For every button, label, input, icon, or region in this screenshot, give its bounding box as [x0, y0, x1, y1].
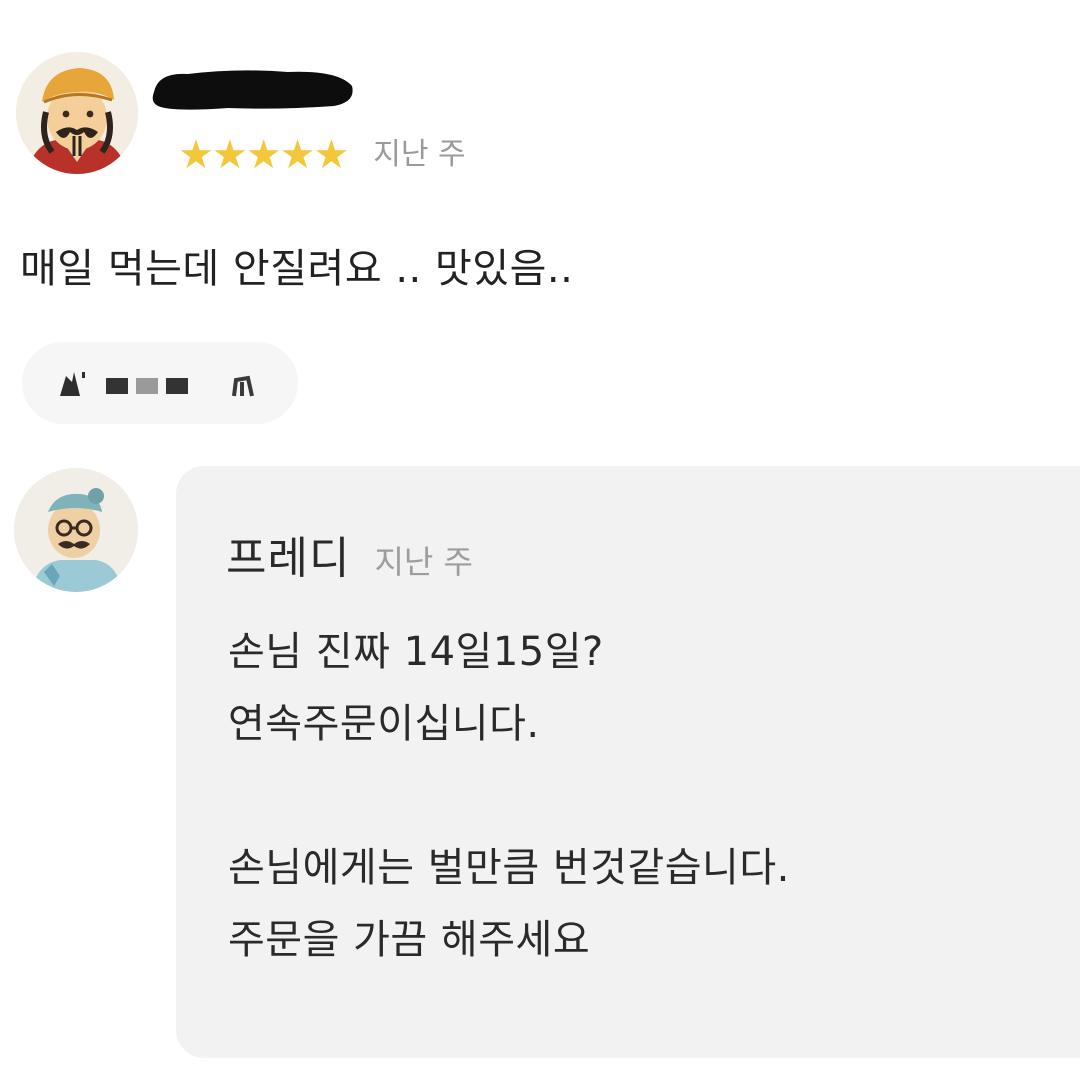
star-rating: ★ ★ ★ ★ ★	[178, 132, 350, 178]
reviewer-avatar[interactable]	[16, 52, 138, 174]
owner-avatar[interactable]	[14, 468, 138, 592]
reply-line: 손님에게는 벌만큼 번것같습니다.	[228, 845, 790, 891]
rating-row: ★ ★ ★ ★ ★ 지난 주	[178, 130, 466, 180]
review-text: 매일 먹는데 안질려요 .. 맛있음..	[20, 246, 574, 292]
redacted-reviewer-name	[148, 62, 358, 116]
star-icon: ★	[178, 132, 214, 178]
menu-tag-chip[interactable]	[22, 342, 298, 424]
cartoon-avatar-icon	[14, 468, 138, 592]
reply-line: 연속주문이십니다.	[228, 701, 540, 747]
star-icon: ★	[313, 132, 350, 178]
star-icon: ★	[245, 132, 282, 178]
reply-line: 손님 진짜 14일15일?	[228, 629, 604, 675]
blurred-menu-icon	[60, 372, 254, 397]
reply-blank-line	[228, 760, 790, 832]
star-icon: ★	[211, 132, 248, 178]
reply-text: 손님 진짜 14일15일? 연속주문이십니다. 손님에게는 벌만큼 번것같습니다…	[228, 616, 790, 976]
review-page: ★ ★ ★ ★ ★ 지난 주 매일 먹는데 안질려요 .. 맛있음.. 프레디 …	[0, 0, 1080, 1080]
cartoon-avatar-icon	[16, 52, 138, 174]
review-date: 지난 주	[373, 137, 466, 172]
redaction-marker-icon	[152, 70, 353, 110]
star-icon: ★	[279, 132, 316, 178]
owner-name: 프레디	[226, 533, 351, 584]
reply-date: 지난 주	[374, 543, 473, 581]
reply-line: 주문을 가끔 해주세요	[228, 917, 591, 963]
reply-header: 프레디 지난 주	[226, 522, 473, 586]
